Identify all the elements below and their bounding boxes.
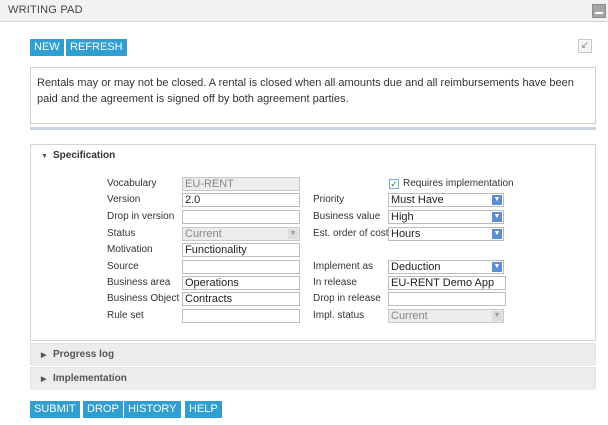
motivation-label: Motivation: [107, 244, 153, 255]
caret-right-icon: ▶: [41, 376, 47, 383]
version-value: 2.0: [185, 194, 201, 206]
chevron-down-icon: ▼: [492, 311, 502, 321]
est-order-of-cost-value: Hours: [391, 228, 421, 240]
refresh-button[interactable]: REFRESH: [66, 39, 127, 56]
implement-as-select[interactable]: Deduction ▼: [388, 260, 504, 274]
progress-log-panel[interactable]: ▶ Progress log: [30, 343, 596, 366]
status-select: Current ▼: [182, 227, 300, 241]
specification-title: Specification: [53, 150, 116, 161]
chevron-down-icon: ▼: [492, 229, 502, 239]
rule-set-label: Rule set: [107, 310, 144, 321]
implement-as-label: Implement as: [313, 261, 374, 272]
est-order-of-cost-select[interactable]: Hours ▼: [388, 227, 504, 241]
rule-description[interactable]: Rentals may or may not be closed. A rent…: [30, 67, 596, 124]
window-title: WRITING PAD: [8, 4, 83, 16]
vocabulary-field: EU-RENT: [182, 177, 300, 191]
implementation-title: Implementation: [53, 373, 127, 384]
business-area-field[interactable]: Operations: [182, 276, 300, 290]
priority-value: Must Have: [391, 194, 444, 206]
impl-status-select: Current ▼: [388, 309, 504, 323]
specification-header[interactable]: ▼ Specification: [31, 145, 595, 167]
version-label: Version: [107, 194, 141, 205]
drop-in-version-field[interactable]: [182, 210, 300, 224]
motivation-field[interactable]: Functionality: [182, 243, 300, 257]
in-release-field[interactable]: EU-RENT Demo App: [388, 276, 506, 290]
impl-status-value: Current: [391, 310, 428, 322]
submit-button[interactable]: SUBMIT: [30, 401, 80, 418]
priority-label: Priority: [313, 194, 345, 205]
business-value-select[interactable]: High ▼: [388, 210, 504, 224]
vocabulary-value: EU-RENT: [185, 178, 234, 190]
version-field[interactable]: 2.0: [182, 193, 300, 207]
rule-set-field[interactable]: [182, 309, 300, 323]
chevron-down-icon: ▼: [492, 195, 502, 205]
est-order-of-cost-label: Est. order of cost: [313, 228, 389, 239]
help-button[interactable]: HELP: [185, 401, 222, 418]
business-object-field[interactable]: Contracts: [182, 292, 300, 306]
caret-right-icon: ▶: [41, 352, 47, 359]
implementation-header[interactable]: ▶ Implementation: [31, 368, 595, 390]
in-release-value: EU-RENT Demo App: [391, 277, 495, 289]
source-label: Source: [107, 261, 139, 272]
business-area-label: Business area: [107, 277, 171, 288]
chevron-down-icon: ▼: [288, 229, 298, 239]
progress-log-header[interactable]: ▶ Progress log: [31, 344, 595, 366]
vocabulary-label: Vocabulary: [107, 178, 157, 189]
implementation-panel[interactable]: ▶ Implementation: [30, 367, 596, 390]
business-object-value: Contracts: [185, 293, 233, 305]
chevron-down-icon: ▼: [492, 262, 502, 272]
drop-button[interactable]: DROP: [83, 401, 123, 418]
implement-as-value: Deduction: [391, 261, 441, 273]
expand-arrow-icon[interactable]: ↙: [578, 39, 592, 53]
business-object-label: Business Object: [107, 293, 180, 304]
source-field[interactable]: [182, 260, 300, 274]
business-area-value: Operations: [185, 277, 239, 289]
in-release-label: In release: [313, 277, 357, 288]
check-icon: ✓: [390, 179, 398, 189]
drop-in-release-field[interactable]: [388, 292, 506, 306]
requires-implementation-label: Requires implementation: [403, 178, 514, 189]
chevron-down-icon: ▼: [492, 212, 502, 222]
caret-down-icon: ▼: [41, 153, 48, 160]
business-value-label: Business value: [313, 211, 381, 222]
status-value: Current: [185, 228, 222, 240]
priority-select[interactable]: Must Have ▼: [388, 193, 504, 207]
window-titlebar: WRITING PAD: [0, 0, 608, 22]
new-button[interactable]: NEW: [30, 39, 64, 56]
requires-implementation-checkbox[interactable]: ✓: [389, 179, 399, 189]
drop-in-version-label: Drop in version: [107, 211, 175, 222]
status-label: Status: [107, 228, 136, 239]
minimize-icon[interactable]: [592, 4, 606, 18]
business-value-value: High: [391, 211, 414, 223]
history-button[interactable]: HISTORY: [124, 401, 181, 418]
splitter-bar[interactable]: [30, 127, 596, 130]
motivation-value: Functionality: [185, 244, 247, 256]
drop-in-release-label: Drop in release: [313, 293, 381, 304]
impl-status-label: Impl. status: [313, 310, 365, 321]
progress-log-title: Progress log: [53, 349, 115, 360]
